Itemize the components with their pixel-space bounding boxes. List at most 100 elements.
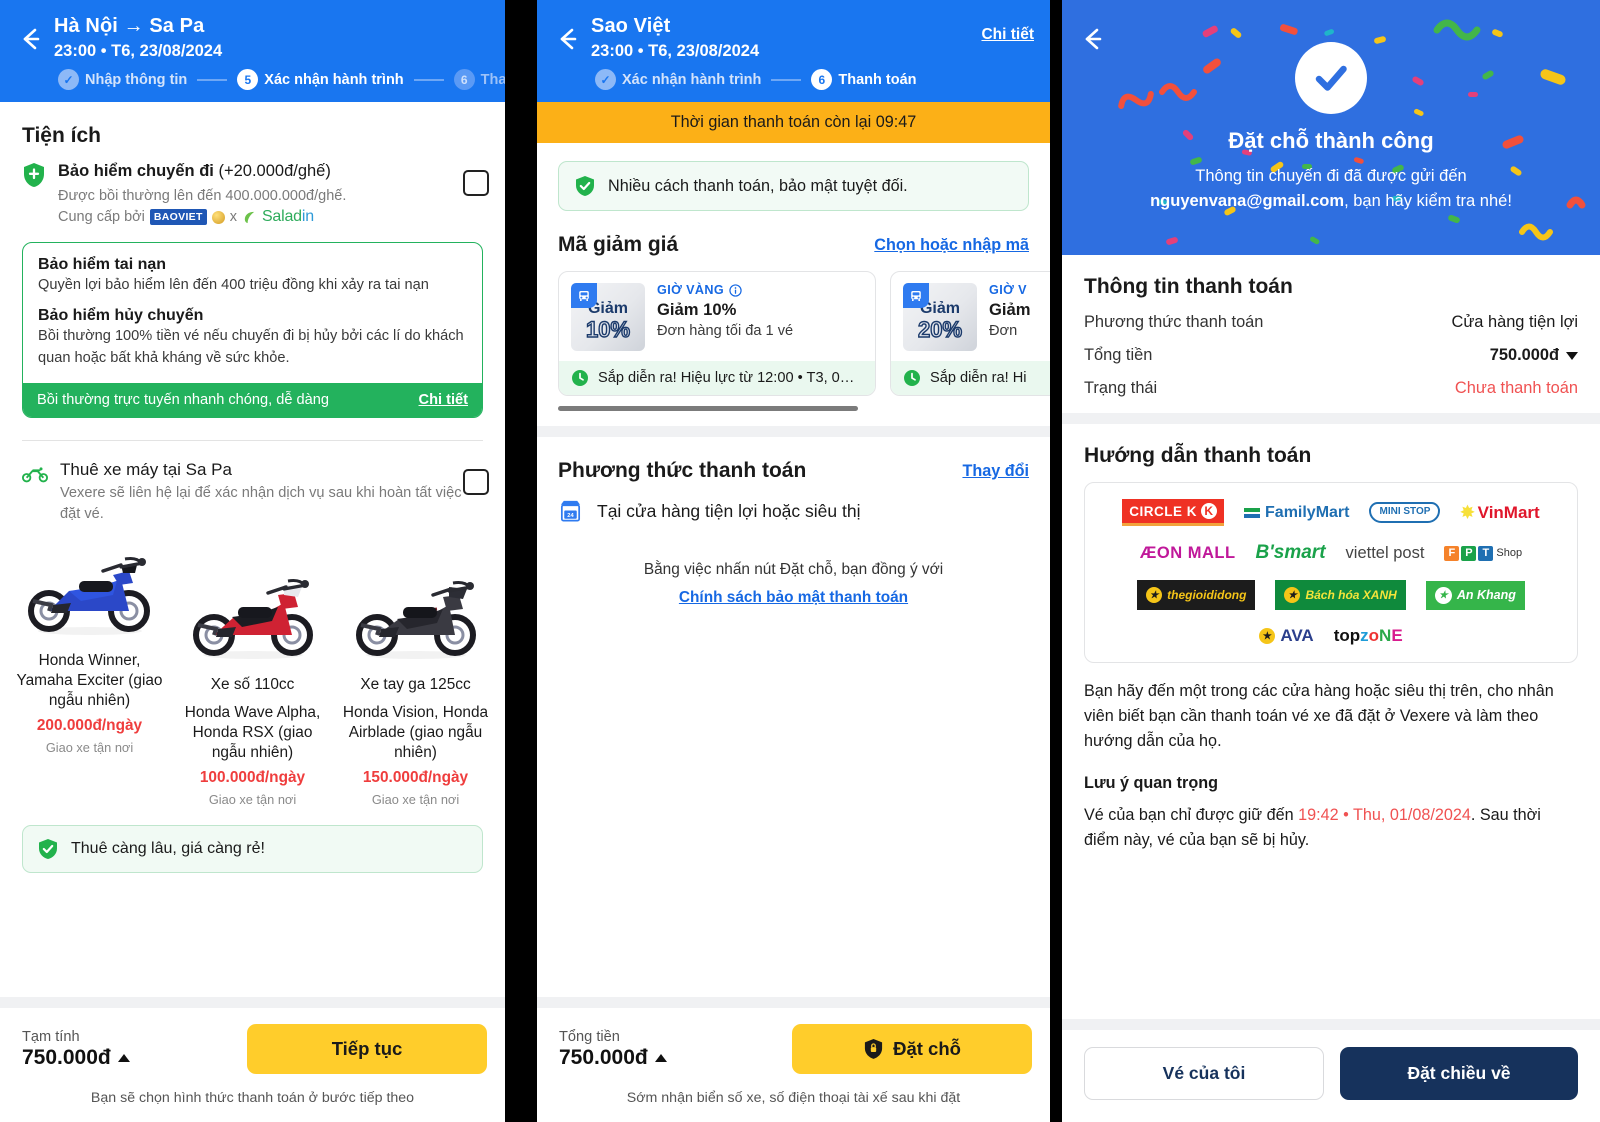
voucher-card[interactable]: Giảm 20% GIỜ V Giảm Đơn Sắp diễn ra! Hi bbox=[890, 271, 1050, 397]
voucher-kicker-1: GIỜ VÀNG bbox=[657, 283, 793, 297]
voucher-footer-2: Sắp diễn ra! Hi bbox=[891, 361, 1050, 396]
payment-info-value-1: Cửa hàng tiện lợi bbox=[1451, 313, 1578, 331]
voucher-kicker-text-2: GIỜ V bbox=[989, 283, 1027, 298]
step-nhap-thong-tin[interactable]: ✓ Nhập thông tin bbox=[58, 69, 187, 91]
step-divider-1 bbox=[197, 78, 228, 81]
panel1-body: Tiện ích Bảo hiểm chuyến đi (+20.000đ/gh… bbox=[0, 102, 505, 1122]
info-icon[interactable] bbox=[729, 284, 742, 297]
privacy-policy-link[interactable]: Chính sách bảo mật thanh toán bbox=[567, 586, 1020, 611]
step-thanh-toan[interactable]: 6 Thanh toán bbox=[811, 69, 917, 91]
benefits-footer-text: Bồi thường trực tuyến nhanh chóng, dễ dà… bbox=[37, 391, 329, 408]
clock-icon bbox=[572, 370, 588, 387]
operator-name: Sao Việt bbox=[591, 15, 671, 37]
saladin-leaf-icon bbox=[244, 211, 255, 223]
payment-method-selected[interactable]: 24 Tại cửa hàng tiện lợi hoặc siêu thị bbox=[537, 483, 1050, 524]
payment-info-value-2-wrap[interactable]: 750.000đ bbox=[1490, 346, 1578, 365]
logo-row-4: ★ AVA topzoNE bbox=[1095, 626, 1567, 646]
subtotal-block[interactable]: Tạm tính 750.000đ bbox=[22, 1029, 130, 1070]
bike-rental-row[interactable]: Thuê xe máy tại Sa Pa Vexere sẽ liên hệ … bbox=[0, 441, 505, 525]
success-hero: Đặt chỗ thành công Thông tin chuyến đi đ… bbox=[1062, 0, 1600, 255]
bike-rental-checkbox[interactable] bbox=[463, 468, 489, 495]
viettelpost-logo: viettel post bbox=[1346, 544, 1425, 563]
section-separator bbox=[1062, 413, 1600, 424]
caret-up-icon[interactable] bbox=[117, 1053, 130, 1062]
insurance-title-price: (+20.000đ/ghế) bbox=[218, 162, 331, 181]
total-amount-row[interactable]: 750.000đ bbox=[559, 1046, 667, 1070]
panel2-header: Sao Việt 23:00 • T6, 23/08/2024 Chi tiết… bbox=[537, 0, 1050, 103]
panel2-body: Nhiều cách thanh toán, bảo mật tuyệt đối… bbox=[537, 143, 1050, 973]
familymart-text: FamilyMart bbox=[1265, 503, 1350, 521]
success-subtitle-line2: nguyenvana@gmail.com, bạn hãy kiểm tra n… bbox=[1062, 189, 1600, 214]
ankhang-logo: ★ An Khang bbox=[1425, 580, 1525, 610]
voucher-card[interactable]: Giảm 10% GIỜ VÀNG Giảm 10% Đơn hàng tối … bbox=[558, 271, 876, 397]
terms-agreement: Bằng việc nhấn nút Đặt chỗ, bạn đồng ý v… bbox=[537, 524, 1050, 610]
panel1-header: Hà Nội → Sa Pa 23:00 • T6, 23/08/2024 ✓ … bbox=[0, 0, 505, 103]
vinmart-star-icon: ✸ bbox=[1460, 502, 1475, 522]
voucher-carousel[interactable]: Giảm 10% GIỜ VÀNG Giảm 10% Đơn hàng tối … bbox=[537, 257, 1050, 397]
back-arrow-icon[interactable] bbox=[1076, 22, 1110, 56]
payment-change-link[interactable]: Thay đổi bbox=[962, 462, 1029, 481]
ava-mascot-icon: ★ bbox=[1259, 628, 1276, 644]
step-divider-2 bbox=[413, 78, 444, 81]
step-xac-nhan-hanh-trinh[interactable]: ✓ Xác nhận hành trình bbox=[595, 69, 761, 91]
bike-options-list: Honda Winner, Yamaha Exciter (giao ngẫu … bbox=[0, 525, 505, 807]
baoviet-globe-icon bbox=[211, 210, 225, 224]
shield-check-icon bbox=[576, 176, 594, 197]
back-arrow-icon[interactable] bbox=[551, 22, 585, 56]
continue-button[interactable]: Tiếp tục bbox=[247, 1024, 487, 1074]
subtotal-amount-row[interactable]: 750.000đ bbox=[22, 1046, 130, 1070]
bike-price-1: 200.000đ/ngày bbox=[36, 717, 143, 735]
insurance-option-row[interactable]: Bảo hiểm chuyến đi (+20.000đ/ghế) Được b… bbox=[0, 160, 505, 226]
voucher-select-link[interactable]: Chọn hoặc nhập mã bbox=[874, 236, 1029, 255]
success-email: nguyenvana@gmail.com bbox=[1150, 191, 1345, 210]
benefits-detail-link[interactable]: Chi tiết bbox=[419, 392, 468, 408]
success-subtitle: Thông tin chuyến đi đã được gửi đến nguy… bbox=[1062, 164, 1600, 214]
check-circle-icon bbox=[1295, 42, 1367, 114]
caret-up-icon[interactable] bbox=[654, 1053, 667, 1062]
note-pre: Vé của bạn chỉ được giữ đến bbox=[1084, 806, 1299, 825]
payment-info-row[interactable]: Tổng tiền 750.000đ bbox=[1084, 346, 1578, 365]
voucher-sub-2: Đơn bbox=[989, 323, 1018, 340]
fptshop-logo: F P T Shop bbox=[1444, 545, 1522, 561]
voucher-badge-pct-2: 20% bbox=[917, 317, 963, 343]
logo-row-2: ÆON MALL B'smart viettel post F P T Shop bbox=[1095, 542, 1567, 564]
payment-countdown-banner: Thời gian thanh toán còn lại 09:47 bbox=[537, 102, 1050, 144]
step-xac-nhan-hanh-trinh[interactable]: 5 Xác nhận hành trình bbox=[237, 69, 404, 91]
bike-image-3 bbox=[338, 563, 493, 667]
circlek-logo: CIRCLE KK bbox=[1122, 499, 1225, 526]
bike-option[interactable]: Xe số 110cc Honda Wave Alpha, Honda RSX … bbox=[171, 563, 334, 807]
bike-note-1: Giao xe tận nơi bbox=[45, 740, 134, 756]
benefit-text-2: Bồi thường 100% tiền vé nếu chuyến đi bị… bbox=[38, 328, 464, 366]
total-label: Tổng tiền bbox=[559, 1028, 620, 1045]
step-label-2: Thanh toán bbox=[838, 71, 917, 88]
bike-name-2-detail: Honda Wave Alpha, Honda RSX (giao ngẫu n… bbox=[184, 704, 321, 762]
book-seat-button[interactable]: Đặt chỗ bbox=[792, 1024, 1032, 1074]
voucher-scrollbar[interactable] bbox=[558, 406, 858, 412]
step-thanh-toan[interactable]: 6 Thanh bbox=[453, 69, 505, 91]
bike-option[interactable]: Honda Winner, Yamaha Exciter (giao ngẫu … bbox=[8, 539, 171, 807]
step-bubble-3: 6 bbox=[453, 69, 475, 91]
total-block[interactable]: Tổng tiền 750.000đ bbox=[559, 1029, 667, 1070]
step-label-2: Xác nhận hành trình bbox=[264, 71, 404, 88]
ankhang-text: An Khang bbox=[1456, 588, 1516, 602]
voucher-section-header: Mã giảm giá Chọn hoặc nhập mã bbox=[537, 211, 1050, 257]
note-deadline: 19:42 • Thu, 01/08/2024 bbox=[1298, 806, 1471, 825]
screenshot-stage: Hà Nội → Sa Pa 23:00 • T6, 23/08/2024 ✓ … bbox=[0, 0, 1600, 1122]
caret-down-icon[interactable] bbox=[1566, 351, 1578, 360]
insurance-checkbox[interactable] bbox=[463, 170, 489, 197]
tgdd-text: thegioididong bbox=[1167, 588, 1247, 602]
insurance-title: Bảo hiểm chuyến đi (+20.000đ/ghế) bbox=[58, 160, 463, 182]
insurance-title-main: Bảo hiểm chuyến đi bbox=[58, 162, 214, 181]
trip-detail-link[interactable]: Chi tiết bbox=[981, 26, 1034, 44]
book-return-button[interactable]: Đặt chiều về bbox=[1340, 1047, 1578, 1100]
bachhoaxanh-logo: ★ Bách hóa XANH bbox=[1275, 580, 1406, 610]
thegioididong-logo: ★ thegioididong bbox=[1137, 580, 1256, 610]
back-arrow-icon[interactable] bbox=[14, 22, 48, 56]
ministop-logo: MINI STOP bbox=[1369, 502, 1441, 523]
bike-name-3: Xe tay ga 125cc bbox=[360, 676, 471, 694]
bike-option[interactable]: Xe tay ga 125cc Honda Vision, Honda Airb… bbox=[334, 563, 497, 807]
footer-separator bbox=[1062, 1019, 1600, 1030]
saladin-text-a: Salad bbox=[261, 208, 302, 226]
my-tickets-button[interactable]: Vé của tôi bbox=[1084, 1047, 1324, 1100]
shield-icon bbox=[864, 1038, 883, 1059]
